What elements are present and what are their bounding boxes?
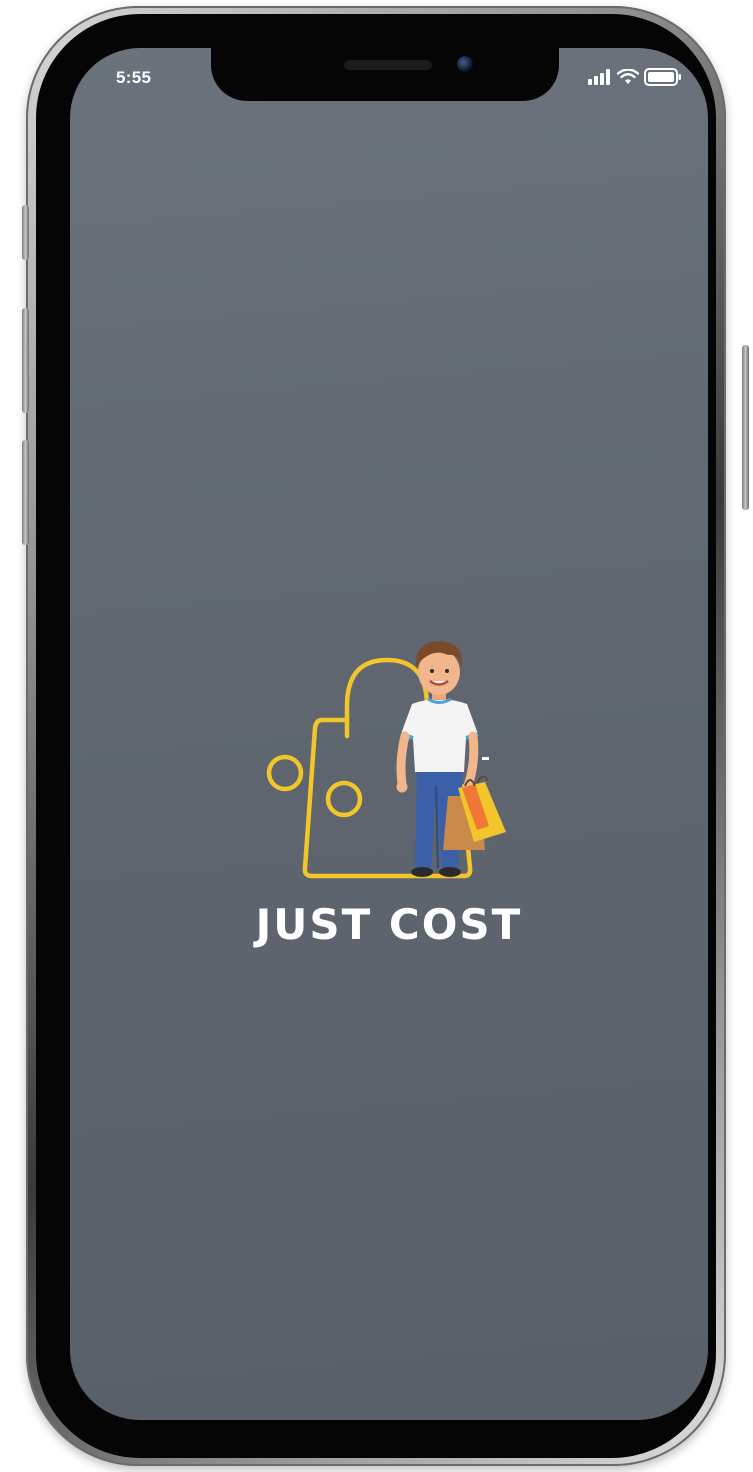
speaker-grille [344,60,432,70]
volume-down-button [22,440,29,545]
status-icons [588,68,682,86]
wifi-icon [617,69,639,84]
mute-switch [22,205,29,260]
notch [211,48,559,101]
front-camera-icon [457,56,473,72]
power-button [742,345,749,510]
app-name-title: JUST COST [255,900,523,949]
volume-up-button [22,308,29,413]
signal-bars-icon [588,69,610,85]
splash-screen[interactable]: 5:55 JUST COST [70,48,708,1420]
status-time: 5:55 [116,68,152,87]
battery-icon [644,68,681,86]
shopper-man-illustration [396,641,506,877]
app-logo [262,636,524,896]
